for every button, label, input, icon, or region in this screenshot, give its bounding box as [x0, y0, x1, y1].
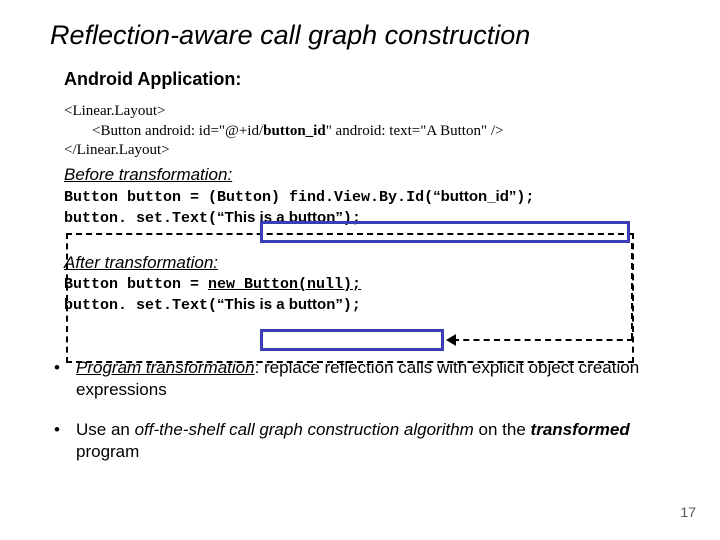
after-code: Button button = new Button(null); button…: [64, 275, 680, 317]
after-line2c: );: [343, 297, 361, 314]
bullet-1: Program transformation: replace reflecti…: [50, 357, 680, 401]
xml-close: </Linear.Layout>: [64, 142, 170, 158]
highlight-box-before: [260, 221, 630, 243]
arrow-vertical: [631, 243, 633, 339]
bullet2-e: program: [76, 442, 139, 461]
arrow-head-icon: [446, 334, 456, 346]
before-line1d: );: [516, 189, 534, 206]
bullet-2: Use an off-the-shelf call graph construc…: [50, 419, 680, 463]
xml-button-post: " android: text="A Button" />: [326, 123, 504, 139]
bullet2-a: Use an: [76, 420, 135, 439]
before-line1a: Button button =: [64, 189, 208, 206]
page-number: 17: [680, 504, 696, 520]
after-line1b: new Button(null);: [208, 276, 361, 293]
bullet2-b: off-the-shelf call graph construction al…: [135, 420, 474, 439]
after-line2b: “This is a button”: [217, 296, 343, 313]
bullet2-c: on the: [474, 420, 531, 439]
before-label: Before transformation:: [64, 165, 680, 185]
after-line1a: Button button =: [64, 276, 208, 293]
xml-button-id: button_id: [263, 123, 326, 139]
xml-block: <Linear.Layout> <Button android: id="@+i…: [64, 102, 680, 161]
highlight-box-after: [260, 329, 444, 351]
section-app: Android Application:: [64, 69, 680, 90]
before-line1c: “button_id”: [433, 188, 516, 205]
bullet2-d: transformed: [531, 420, 630, 439]
slide-title: Reflection-aware call graph construction: [50, 20, 680, 51]
after-line2a: button. set.Text(: [64, 297, 217, 314]
arrow-horizontal: [453, 339, 633, 341]
before-line2a: button. set.Text(: [64, 210, 217, 227]
xml-button-pre: <Button android: id="@+id/: [92, 123, 263, 139]
bullets: Program transformation: replace reflecti…: [50, 357, 680, 463]
xml-open: <Linear.Layout>: [64, 103, 165, 119]
before-line1b: (Button) find.View.By.Id(: [208, 189, 433, 206]
